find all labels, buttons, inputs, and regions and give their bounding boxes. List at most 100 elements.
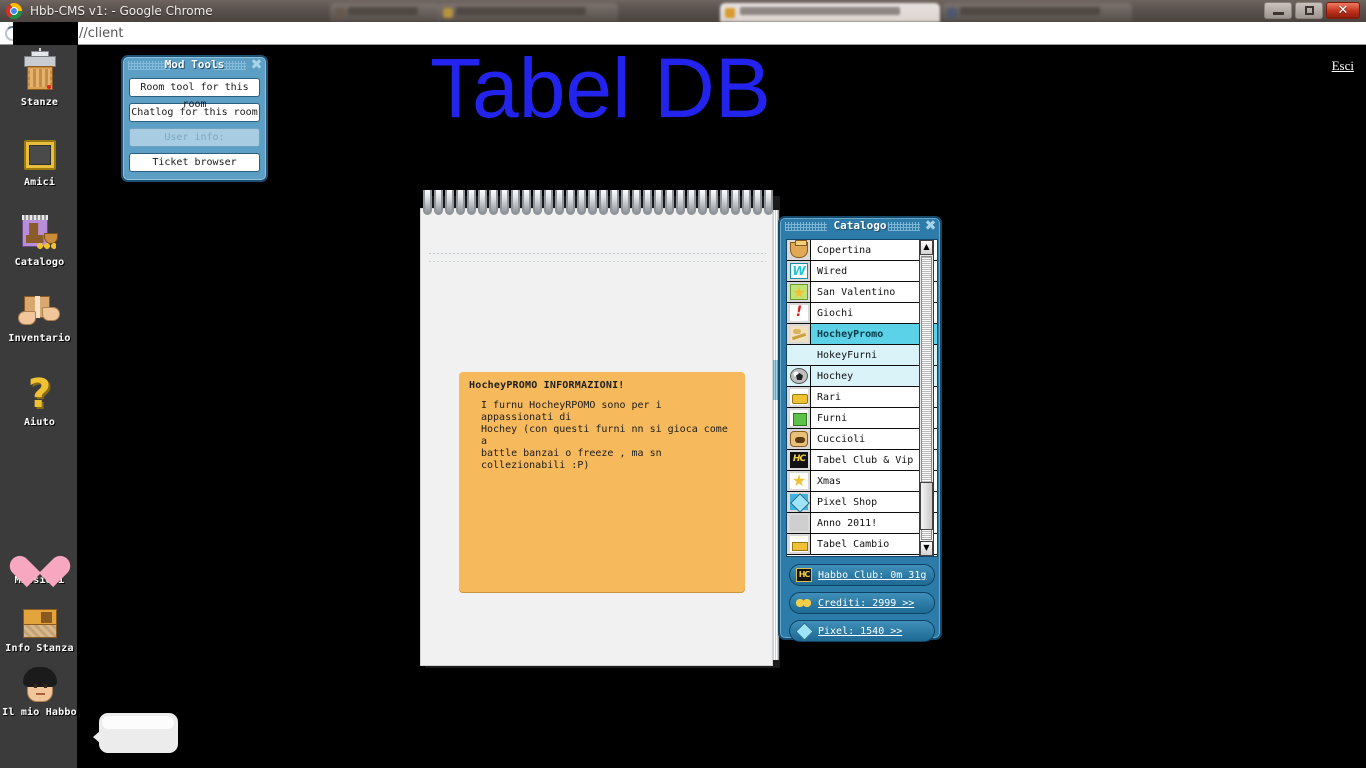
close-icon[interactable]: ✖	[924, 219, 937, 233]
catalog-row-wired[interactable]: W Wired ▶	[787, 261, 937, 282]
maximize-icon	[1304, 6, 1314, 15]
mod-tools-titlebar[interactable]: Mod Tools ✖	[123, 57, 266, 74]
catalog-row-label: Tabel Club & Vip	[817, 454, 914, 466]
browser-tab[interactable]	[330, 3, 440, 22]
scroll-down-button[interactable]: ▼	[920, 541, 933, 556]
note-line: I furnu HocheyRPOMO sono per i appassion…	[481, 400, 662, 423]
sidebar-item-info-stanza[interactable]: Info Stanza	[0, 607, 79, 654]
sidebar-item-label: Stanze	[20, 97, 59, 108]
chatlog-button[interactable]: Chatlog for this room	[129, 103, 260, 122]
sidebar-item-label: Info Stanza	[5, 643, 74, 654]
tab-favicon-icon	[947, 8, 957, 18]
catalog-row-label: Furni	[817, 412, 848, 424]
hc-badge-icon: HC	[796, 568, 812, 582]
sidebar-item-catalogo[interactable]: Catalogo	[0, 215, 79, 268]
catalog-row-label: Anno 2011!	[817, 517, 878, 529]
catalog-row-copertina[interactable]: Copertina	[787, 240, 937, 261]
star-icon: ★	[787, 282, 811, 302]
browser-tab[interactable]	[942, 3, 1132, 22]
browser-tab[interactable]	[438, 3, 618, 22]
window-close-button[interactable]: ✕	[1326, 2, 1360, 19]
tab-favicon-icon	[443, 8, 453, 18]
sidebar-item-label: Inventario	[8, 333, 71, 344]
catalog-icon	[18, 215, 62, 255]
close-icon[interactable]: ✖	[250, 58, 263, 72]
browser-omnibox[interactable]	[0, 22, 1366, 45]
note-title: HocheyPROMO INFORMAZIONI!	[469, 380, 625, 391]
sidebar-item-stanze[interactable]: Stanze	[0, 48, 79, 108]
ticket-browser-button[interactable]: Ticket browser	[129, 153, 260, 172]
room-tool-button[interactable]: Room tool for this room	[129, 78, 260, 110]
ball-icon	[787, 366, 811, 386]
tab-favicon-icon	[335, 8, 345, 18]
catalog-titlebar[interactable]: Catalogo ✖	[780, 218, 940, 235]
sidebar-item-missioni[interactable]: Missioni	[0, 539, 79, 586]
sidebar-item-label: Missioni	[14, 575, 65, 586]
xmas-star-icon: ★	[787, 471, 811, 491]
sidebar-item-il-mio-habbo[interactable]: Il mio Habbo	[0, 667, 79, 718]
tab-title	[456, 7, 586, 15]
catalog-row-label: Rari	[817, 391, 842, 403]
catalog-row-rari[interactable]: Rari ▶	[787, 387, 937, 408]
heart-icon	[21, 539, 59, 573]
window-minimize-button[interactable]	[1264, 2, 1292, 19]
sidebar-item-inventario[interactable]: Inventario	[0, 293, 79, 344]
question-mark-icon: ?	[27, 371, 52, 417]
sidebar-item-label: Aiuto	[23, 417, 56, 428]
sticky-note: HocheyPROMO INFORMAZIONI! I furnu Hochey…	[459, 372, 745, 592]
habbo-sidebar: Stanze Amici Catalogo Inventario ? Aiuto	[0, 45, 79, 768]
catalog-row-tabel-club-vip[interactable]: HC Tabel Club & Vip ▶	[787, 450, 937, 471]
catalog-row-xmas[interactable]: ★ Xmas ▶	[787, 471, 937, 492]
note-line: battle banzai o freeze , ma sn collezion…	[481, 448, 662, 471]
browser-titlebar: Hbb-CMS v1: - Google Chrome ✕	[0, 0, 1366, 22]
sidebar-item-amici[interactable]: Amici	[0, 137, 79, 188]
catalog-row-label: Pixel Shop	[817, 496, 878, 508]
catalog-row-label: Cuccioli	[817, 433, 866, 445]
browser-window-title: Hbb-CMS v1: - Google Chrome	[30, 4, 213, 18]
hc-badge-icon: HC	[787, 450, 811, 470]
chat-bubble[interactable]	[93, 713, 178, 753]
catalog-row-furni[interactable]: Furni ▶	[787, 408, 937, 429]
catalog-row-giochi[interactable]: ! Giochi ▶	[787, 303, 937, 324]
catalog-row-san-valentino[interactable]: ★ San Valentino ▶	[787, 282, 937, 303]
page-content: Tabel DB Esci Stanze Amici Catalogo Inve…	[0, 45, 1366, 768]
catalog-row-cuccioli[interactable]: Cuccioli ▶	[787, 429, 937, 450]
window-maximize-button[interactable]	[1295, 2, 1323, 19]
url-redaction-box	[13, 22, 78, 45]
logout-link[interactable]: Esci	[1332, 58, 1354, 74]
catalog-category-list[interactable]: Copertina W Wired ▶ ★ San Valentino ▶ ! …	[786, 239, 938, 557]
tower-icon	[20, 48, 60, 95]
pixel-cube-icon	[796, 624, 812, 638]
sidebar-item-aiuto[interactable]: ? Aiuto	[0, 371, 79, 428]
tab-favicon-icon	[725, 8, 735, 18]
habbo-club-button[interactable]: HC Habbo Club: 0m 31g	[789, 564, 935, 586]
close-icon: ✕	[1337, 3, 1349, 18]
catalog-title: Catalogo	[833, 219, 887, 232]
catalog-window: Catalogo ✖ Copertina W Wired ▶ ★ San Val…	[778, 216, 942, 642]
credits-button[interactable]: Crediti: 2999 >>	[789, 592, 935, 614]
catalog-row-label: Tabel Cambio	[817, 538, 890, 550]
note-line: Hochey (con questi furni nn si gioca com…	[481, 424, 728, 447]
scrollbar-thumb[interactable]	[920, 482, 933, 530]
exclamation-icon: !	[787, 303, 811, 323]
catalog-row-label: HokeyFurni	[817, 349, 878, 361]
mod-tools-title: Mod Tools	[164, 58, 225, 71]
browser-tab-active[interactable]	[720, 3, 940, 22]
catalog-row-pixel-shop[interactable]: Pixel Shop ▶	[787, 492, 937, 513]
catalog-row-anno-2011[interactable]: Anno 2011! ▶	[787, 513, 937, 534]
catalog-row-hocheypromo[interactable]: HocheyPromo ▼	[787, 324, 937, 345]
pixels-button[interactable]: Pixel: 1540 >>	[789, 620, 935, 642]
catalog-scrollbar[interactable]: ▲ ▼	[919, 239, 934, 557]
pixels-label: Pixel: 1540 >>	[818, 625, 903, 637]
catalog-row-hokeyfurni[interactable]: HokeyFurni	[787, 345, 937, 366]
gold-icon	[787, 534, 811, 554]
scroll-up-button[interactable]: ▲	[920, 240, 933, 255]
catalog-row-label: Wired	[817, 265, 848, 277]
catalog-row-hochey[interactable]: Hochey	[787, 366, 937, 387]
mod-tools-window: Mod Tools ✖ Room tool for this room Chat…	[121, 55, 268, 182]
catalog-row-label: HocheyPromo	[817, 328, 884, 340]
sidebar-item-label: Il mio Habbo	[2, 707, 77, 718]
sidebar-item-label: Amici	[23, 177, 56, 188]
browser-tabstrip[interactable]	[330, 0, 1260, 22]
catalog-row-tabel-cambio[interactable]: Tabel Cambio	[787, 534, 937, 555]
